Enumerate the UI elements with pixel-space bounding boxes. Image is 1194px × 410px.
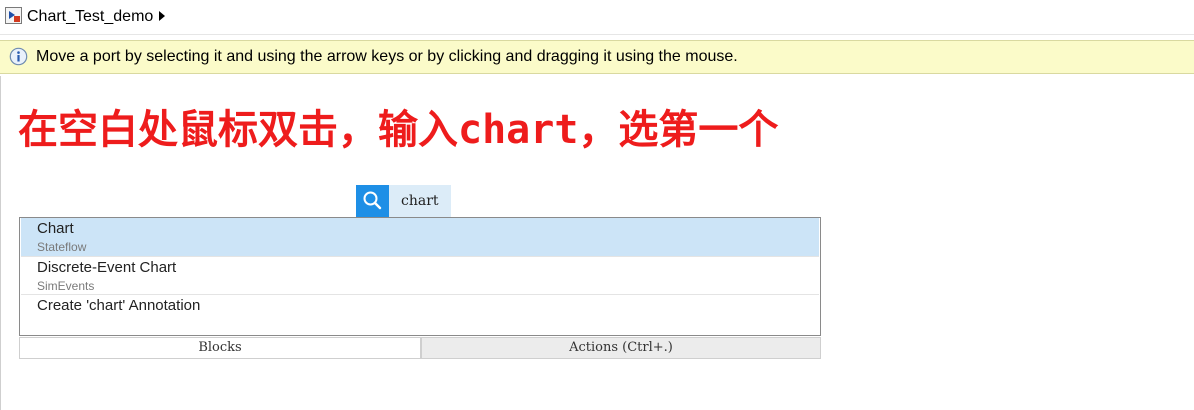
search-results-list: Chart Stateflow Discrete-Event Chart Sim… xyxy=(19,217,821,336)
breadcrumb-model-name[interactable]: Chart_Test_demo xyxy=(27,7,153,27)
info-bar: Move a port by selecting it and using th… xyxy=(0,40,1194,74)
info-icon xyxy=(9,47,28,66)
annotation-text: 在空白处鼠标双击，输入chart，选第一个 xyxy=(18,107,779,153)
toolbar-breadcrumb-bar: Chart_Test_demo xyxy=(0,0,1194,35)
breadcrumb-arrow-icon[interactable] xyxy=(159,11,165,21)
result-library: Stateflow xyxy=(37,240,87,254)
tab-blocks[interactable]: Blocks xyxy=(19,337,421,359)
result-title: Discrete-Event Chart xyxy=(37,259,177,276)
result-title: Create 'chart' Annotation xyxy=(37,297,201,314)
list-item-discrete-event-chart[interactable]: Discrete-Event Chart SimEvents xyxy=(21,257,819,294)
result-library: SimEvents xyxy=(37,279,95,293)
info-message: Move a port by selecting it and using th… xyxy=(36,48,738,65)
canvas-border xyxy=(0,76,1,410)
search-input-value: chart xyxy=(401,193,439,209)
list-item-create-annotation[interactable]: Create 'chart' Annotation xyxy=(21,295,819,335)
quick-insert-search-input[interactable]: chart xyxy=(389,185,451,217)
search-button[interactable] xyxy=(356,185,389,217)
list-item-chart[interactable]: Chart Stateflow xyxy=(21,218,819,256)
tab-actions[interactable]: Actions (Ctrl+.) xyxy=(421,337,821,359)
search-icon xyxy=(363,191,382,210)
simulink-model-icon[interactable] xyxy=(5,7,22,24)
result-title: Chart xyxy=(37,220,74,237)
